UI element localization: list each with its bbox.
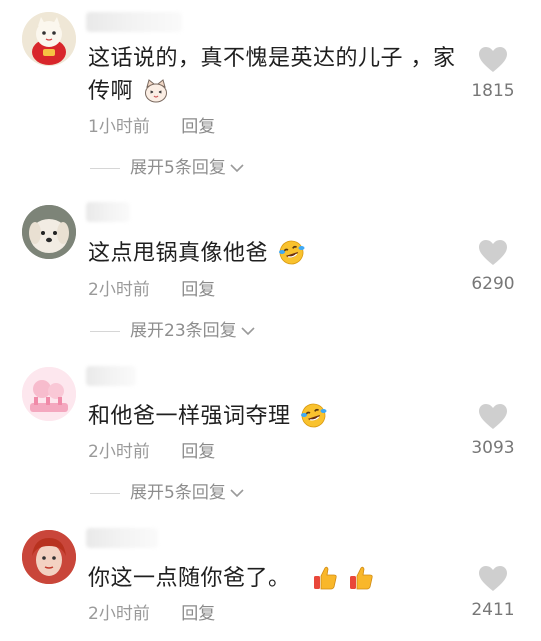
- like-button[interactable]: 3093: [463, 403, 523, 458]
- comment-time: 2小时前: [88, 280, 150, 300]
- comment-meta: 2小时前 回复: [88, 440, 215, 464]
- laughing-tears-icon: [301, 403, 327, 428]
- like-button[interactable]: 6290: [463, 239, 523, 294]
- comment-text-content: 和他爸一样强词夺理: [88, 404, 291, 429]
- username-blurred[interactable]: [86, 202, 130, 222]
- reply-button[interactable]: 回复: [181, 278, 215, 302]
- reply-button[interactable]: 回复: [181, 602, 215, 626]
- comment-text-content: 这点甩锅真像他爸: [88, 241, 269, 266]
- divider-line: [90, 492, 120, 494]
- like-count: 3093: [471, 438, 515, 458]
- cat-face-icon: [144, 79, 167, 103]
- heart-icon: [479, 47, 507, 72]
- expand-replies-label: 展开23条回复: [130, 321, 237, 341]
- like-count: 2411: [471, 600, 515, 620]
- comment-time: 2小时前: [88, 604, 150, 624]
- chevron-down-icon: [230, 164, 244, 173]
- avatar[interactable]: [22, 530, 76, 584]
- divider-line: [90, 330, 120, 332]
- expand-replies-button[interactable]: 展开5条回复: [90, 481, 245, 505]
- reply-button[interactable]: 回复: [181, 440, 215, 464]
- like-count: 1815: [471, 81, 515, 101]
- avatar[interactable]: [22, 12, 76, 66]
- comment-text: 你这一点随你爸了。: [88, 562, 460, 595]
- expand-replies-label: 展开5条回复: [130, 158, 226, 178]
- heart-icon: [479, 404, 507, 429]
- comment-text: 这点甩锅真像他爸: [88, 237, 460, 270]
- heart-icon: [479, 240, 507, 265]
- reply-button[interactable]: 回复: [181, 115, 215, 139]
- heart-icon: [479, 566, 507, 591]
- avatar[interactable]: [22, 205, 76, 259]
- laughing-tears-icon: [278, 240, 305, 265]
- comment-text-content: 你这一点随你爸了。: [88, 566, 291, 591]
- like-button[interactable]: 1815: [463, 46, 523, 101]
- comment-meta: 1小时前 回复: [88, 115, 215, 139]
- comment-time: 1小时前: [88, 117, 150, 137]
- comment-meta: 2小时前 回复: [88, 278, 215, 302]
- username-blurred[interactable]: [86, 366, 136, 386]
- like-button[interactable]: 2411: [463, 565, 523, 620]
- expand-replies-button[interactable]: 展开23条回复: [90, 319, 256, 343]
- chevron-down-icon: [230, 489, 244, 498]
- divider-line: [90, 167, 120, 169]
- comment-text: 和他爸一样强词夺理: [88, 400, 460, 433]
- thumbs-up-icon: [314, 566, 337, 590]
- avatar[interactable]: [22, 367, 76, 421]
- comment-time: 2小时前: [88, 442, 150, 462]
- comment-text: 这话说的，真不愧是英达的儿子 ，家传啊: [88, 42, 460, 108]
- thumbs-up-icon: [349, 566, 373, 590]
- comment-meta: 2小时前 回复: [88, 602, 215, 626]
- chevron-down-icon: [241, 327, 255, 336]
- expand-replies-button[interactable]: 展开5条回复: [90, 156, 245, 180]
- username-blurred[interactable]: [86, 528, 158, 548]
- like-count: 6290: [471, 274, 515, 294]
- expand-replies-label: 展开5条回复: [130, 483, 226, 503]
- username-blurred[interactable]: [86, 12, 182, 32]
